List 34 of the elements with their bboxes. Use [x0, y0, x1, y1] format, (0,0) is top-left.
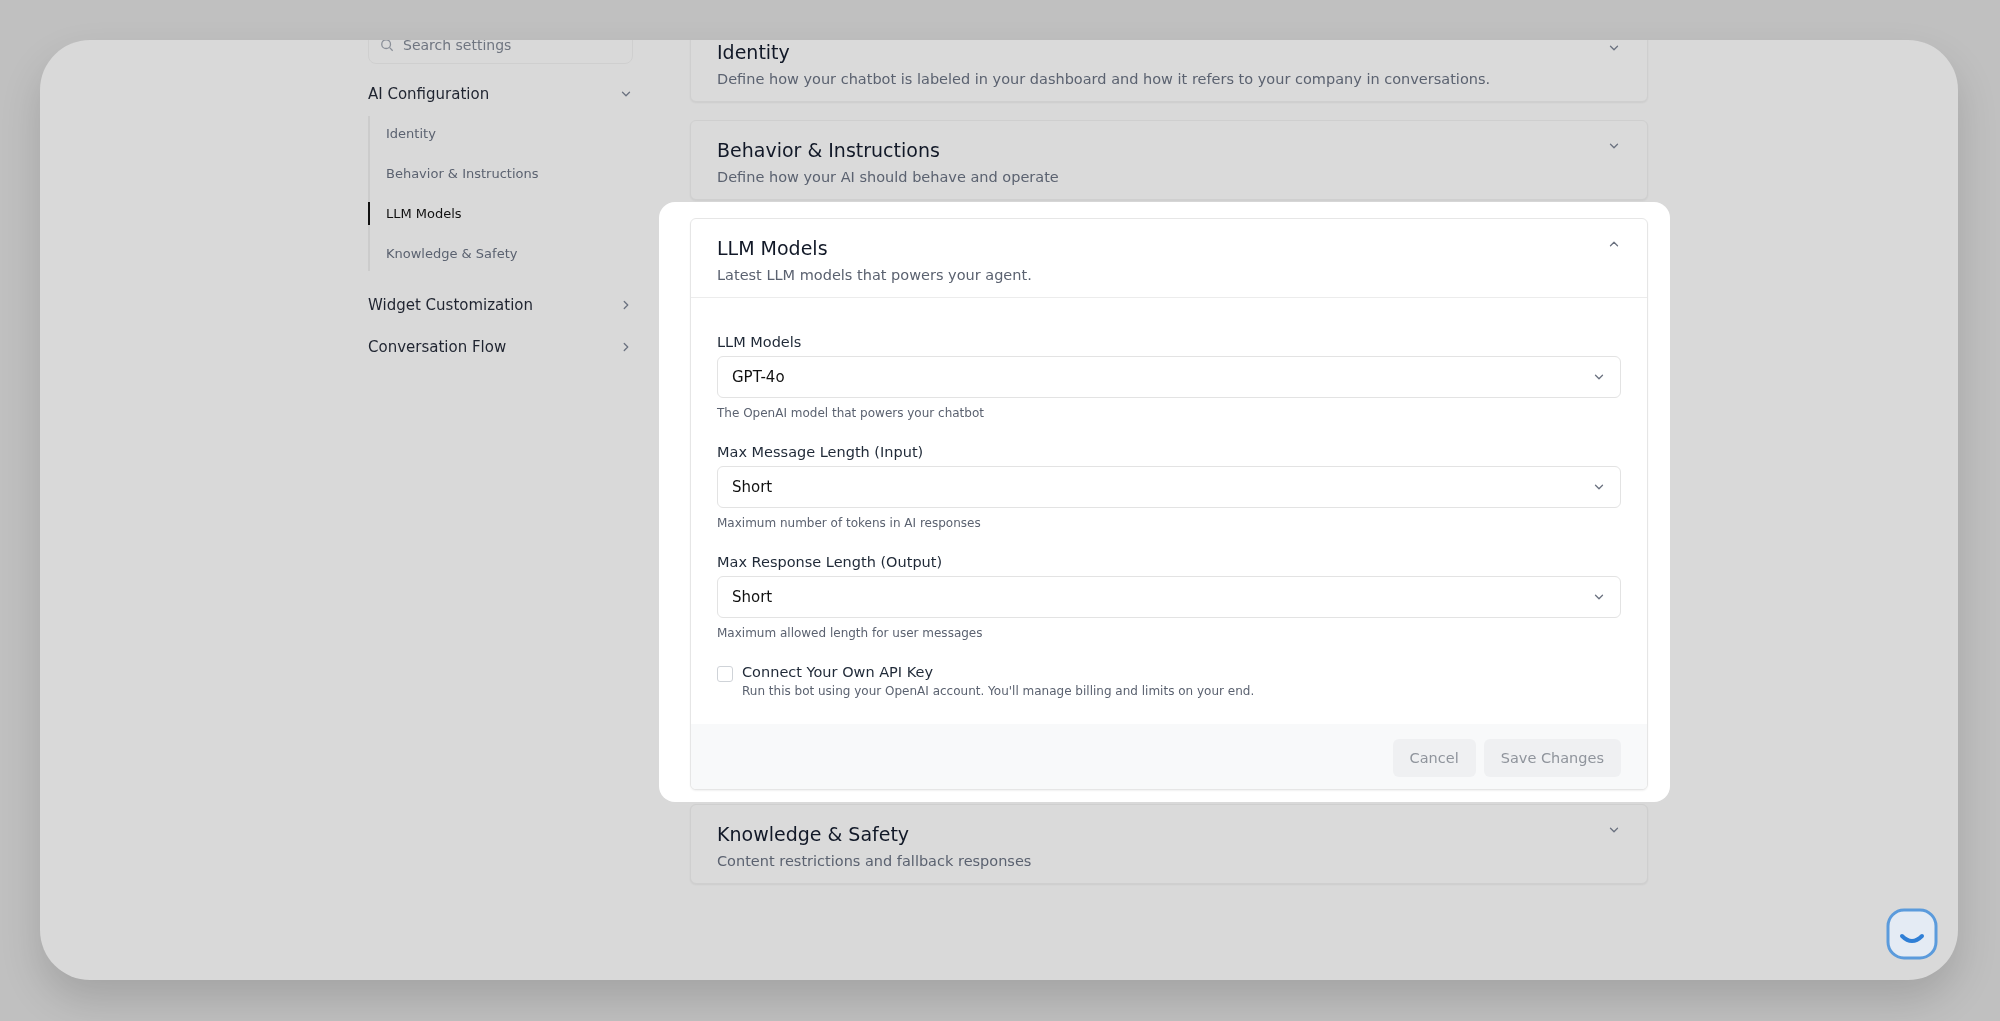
nav-item[interactable]: LLM Models: [368, 202, 633, 225]
field-help: Maximum allowed length for user messages: [717, 626, 984, 640]
card-header[interactable]: Behavior & Instructions Define how your AI should behave and operate: [691, 121, 1647, 199]
nav-item[interactable]: Knowledge & Safety: [368, 242, 633, 265]
nav-group[interactable]: AI Configuration: [368, 82, 633, 106]
nav-item[interactable]: Behavior & Instructions: [368, 162, 633, 185]
checkbox-description: Run this bot using your OpenAI account. You'll manage billing and limits on your end.: [742, 684, 1255, 698]
search-icon: [380, 40, 394, 52]
card-description: Define how your chatbot is labeled in your dashboard and how it refers to your company in conversations.: [717, 71, 1491, 87]
nav-group[interactable]: Widget Customization: [368, 293, 633, 317]
field-help: Maximum number of tokens in AI responses: [717, 516, 982, 530]
field-label: LLM Models: [717, 334, 803, 350]
card-title: Knowledge & Safety: [717, 823, 911, 845]
checkbox-label: Connect Your Own API Key: [742, 664, 935, 680]
card-title: Identity: [717, 41, 791, 63]
checkbox[interactable]: [717, 666, 733, 682]
card-header[interactable]: Identity Define how your chatbot is labeled in your dashboard and how it refers to your company in conversations.: [691, 40, 1647, 101]
dropdown-select[interactable]: GPT-4o: [717, 356, 1621, 398]
field-help: The OpenAI model that powers your chatbot: [717, 406, 985, 420]
field-label: Max Response Length (Output): [717, 554, 944, 570]
field-label: Max Message Length (Input): [717, 444, 925, 460]
search-field[interactable]: Search settings: [368, 40, 633, 64]
nav-item[interactable]: Identity: [368, 122, 633, 145]
nav-group[interactable]: Conversation Flow: [368, 335, 633, 359]
card-header[interactable]: LLM Models Latest LLM models that powers your agent.: [691, 219, 1647, 298]
card-title: LLM Models: [717, 237, 829, 259]
card-description: Content restrictions and fallback responses: [717, 853, 1032, 869]
card-description: Latest LLM models that powers your agent.: [717, 267, 1032, 283]
card-description: Define how your AI should behave and operate: [717, 169, 1059, 185]
dropdown-select[interactable]: Short: [717, 576, 1621, 618]
card-header[interactable]: Knowledge & Safety Content restrictions and fallback responses: [691, 805, 1647, 883]
chat-bubble-icon[interactable]: [1886, 908, 1938, 960]
dropdown-select[interactable]: Short: [717, 466, 1621, 508]
card-title: Behavior & Instructions: [717, 139, 941, 161]
